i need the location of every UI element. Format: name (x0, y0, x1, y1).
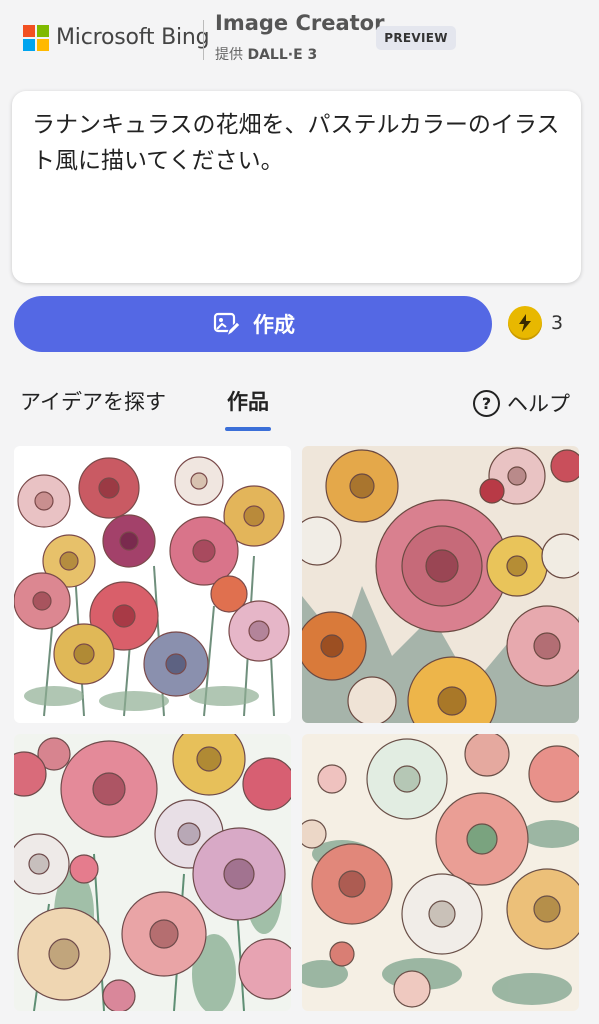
result-image-2[interactable] (302, 446, 579, 723)
product-title[interactable]: Image Creator (215, 11, 384, 35)
microsoft-logo-icon[interactable] (23, 25, 49, 51)
boost-count: 3 (551, 312, 564, 334)
result-image-1[interactable] (14, 446, 291, 723)
header: Microsoft Bing Image Creator 提供 DALL·E 3… (0, 0, 599, 80)
preview-badge: PREVIEW (376, 26, 456, 50)
provided-by-name: DALL·E 3 (247, 47, 318, 63)
question-circle-icon: ? (473, 389, 500, 417)
image-pen-icon (213, 312, 241, 338)
tab-explore-ideas[interactable]: アイデアを探す (20, 386, 166, 416)
lightning-icon[interactable] (508, 306, 542, 340)
help-link[interactable]: ? ヘルプ (473, 388, 570, 418)
create-button-label: 作成 (253, 313, 295, 337)
tab-creations[interactable]: 作品 (227, 386, 269, 416)
active-tab-indicator (225, 427, 271, 431)
prompt-text[interactable]: ラナンキュラスの花畑を、パステルカラーのイラスト風に描いてください。 (32, 107, 561, 179)
create-button[interactable]: 作成 (14, 296, 492, 352)
result-image-4[interactable] (302, 734, 579, 1011)
help-label: ヘルプ (507, 392, 570, 416)
provided-by-prefix: 提供 (215, 47, 243, 63)
tab-bar: アイデアを探す 作品 ? ヘルプ (0, 380, 599, 432)
provided-by: 提供 DALL·E 3 (215, 44, 317, 64)
brand-name[interactable]: Microsoft Bing (56, 25, 210, 50)
result-image-3[interactable] (14, 734, 291, 1011)
header-divider (203, 20, 204, 60)
prompt-input[interactable]: ラナンキュラスの花畑を、パステルカラーのイラスト風に描いてください。 (12, 91, 581, 283)
